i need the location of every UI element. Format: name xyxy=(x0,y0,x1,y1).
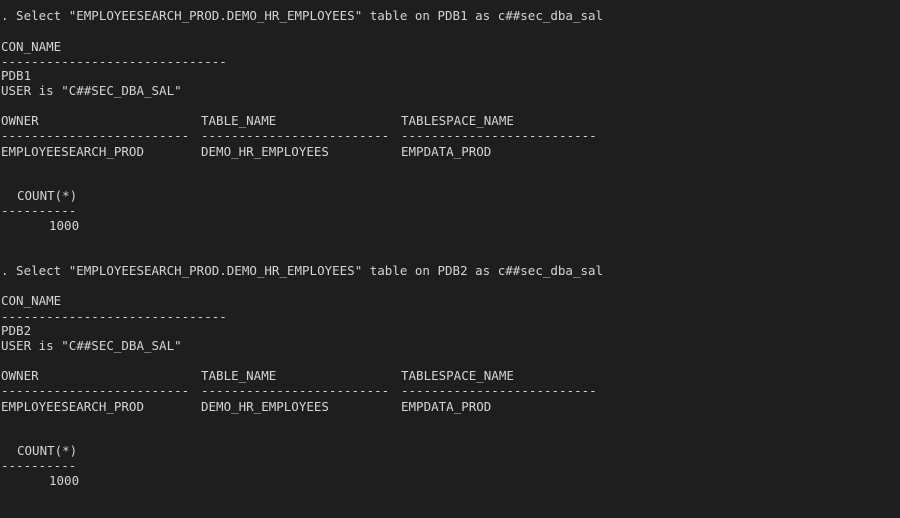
count-value-line: 1000 xyxy=(0,473,79,488)
user-line: USER is "C##SEC_DBA_SAL" xyxy=(0,83,182,98)
cell-tablespace-name: EMPDATA_PROD xyxy=(401,144,492,159)
select-line: . Select "EMPLOYEESEARCH_PROD.DEMO_HR_EM… xyxy=(0,263,603,278)
con-name-header-line: CON_NAME xyxy=(0,293,61,308)
column-rule-table-name: ------------------------- xyxy=(201,383,390,398)
table-rule-row: ------------------------- --------------… xyxy=(0,128,597,143)
cell-table-name: DEMO_HR_EMPLOYEES xyxy=(201,144,329,159)
cell-owner: EMPLOYEESEARCH_PROD xyxy=(1,399,144,414)
con-name-value: PDB2 xyxy=(1,323,32,338)
column-rule-tablespace-name: -------------------------- xyxy=(401,128,597,143)
table-header-row: OWNER TABLE_NAME TABLESPACE_NAME xyxy=(0,368,514,383)
count-value: 1000 xyxy=(49,218,80,233)
column-header-owner: OWNER xyxy=(1,368,39,383)
con-name-header-line: CON_NAME xyxy=(0,39,61,54)
column-header-table-name: TABLE_NAME xyxy=(201,113,277,128)
con-name-rule-line: ------------------------------ xyxy=(0,54,227,69)
table-row: EMPLOYEESEARCH_PROD DEMO_HR_EMPLOYEES EM… xyxy=(0,399,491,414)
con-name-value-line: PDB1 xyxy=(0,68,32,83)
cell-tablespace-name: EMPDATA_PROD xyxy=(401,399,492,414)
con-name-rule-line: ------------------------------ xyxy=(0,309,227,324)
column-header-table-name: TABLE_NAME xyxy=(201,368,277,383)
column-rule-owner: ------------------------- xyxy=(1,383,190,398)
count-rule-line: ---------- xyxy=(0,203,76,218)
table-header-row: OWNER TABLE_NAME TABLESPACE_NAME xyxy=(0,113,514,128)
con-name-value: PDB1 xyxy=(1,68,32,83)
cell-owner: EMPLOYEESEARCH_PROD xyxy=(1,144,144,159)
column-header-owner: OWNER xyxy=(1,113,39,128)
count-value: 1000 xyxy=(49,473,80,488)
con-name-value-line: PDB2 xyxy=(0,323,32,338)
column-rule-owner: ------------------------- xyxy=(1,128,190,143)
count-rule-line: ---------- xyxy=(0,458,76,473)
con-name-header: CON_NAME xyxy=(1,293,62,308)
con-name-rule: ------------------------------ xyxy=(1,54,227,69)
count-rule: ---------- xyxy=(1,203,77,218)
count-rule: ---------- xyxy=(1,458,77,473)
cell-table-name: DEMO_HR_EMPLOYEES xyxy=(201,399,329,414)
column-rule-table-name: ------------------------- xyxy=(201,128,390,143)
count-header-line: COUNT(*) xyxy=(0,443,77,458)
count-header-line: COUNT(*) xyxy=(0,188,77,203)
con-name-rule: ------------------------------ xyxy=(1,309,227,324)
user-line: USER is "C##SEC_DBA_SAL" xyxy=(0,338,182,353)
count-header: COUNT(*) xyxy=(17,443,78,458)
table-rule-row: ------------------------- --------------… xyxy=(0,383,597,398)
count-value-line: 1000 xyxy=(0,218,79,233)
terminal-output[interactable]: . Select "EMPLOYEESEARCH_PROD.DEMO_HR_EM… xyxy=(0,0,900,494)
column-rule-tablespace-name: -------------------------- xyxy=(401,383,597,398)
select-line: . Select "EMPLOYEESEARCH_PROD.DEMO_HR_EM… xyxy=(0,8,603,23)
user-text: USER is "C##SEC_DBA_SAL" xyxy=(1,338,182,353)
select-statement: . Select "EMPLOYEESEARCH_PROD.DEMO_HR_EM… xyxy=(1,263,604,278)
con-name-header: CON_NAME xyxy=(1,39,62,54)
count-header: COUNT(*) xyxy=(17,188,78,203)
column-header-tablespace-name: TABLESPACE_NAME xyxy=(401,113,514,128)
table-row: EMPLOYEESEARCH_PROD DEMO_HR_EMPLOYEES EM… xyxy=(0,144,491,159)
select-statement: . Select "EMPLOYEESEARCH_PROD.DEMO_HR_EM… xyxy=(1,8,604,23)
user-text: USER is "C##SEC_DBA_SAL" xyxy=(1,83,182,98)
column-header-tablespace-name: TABLESPACE_NAME xyxy=(401,368,514,383)
